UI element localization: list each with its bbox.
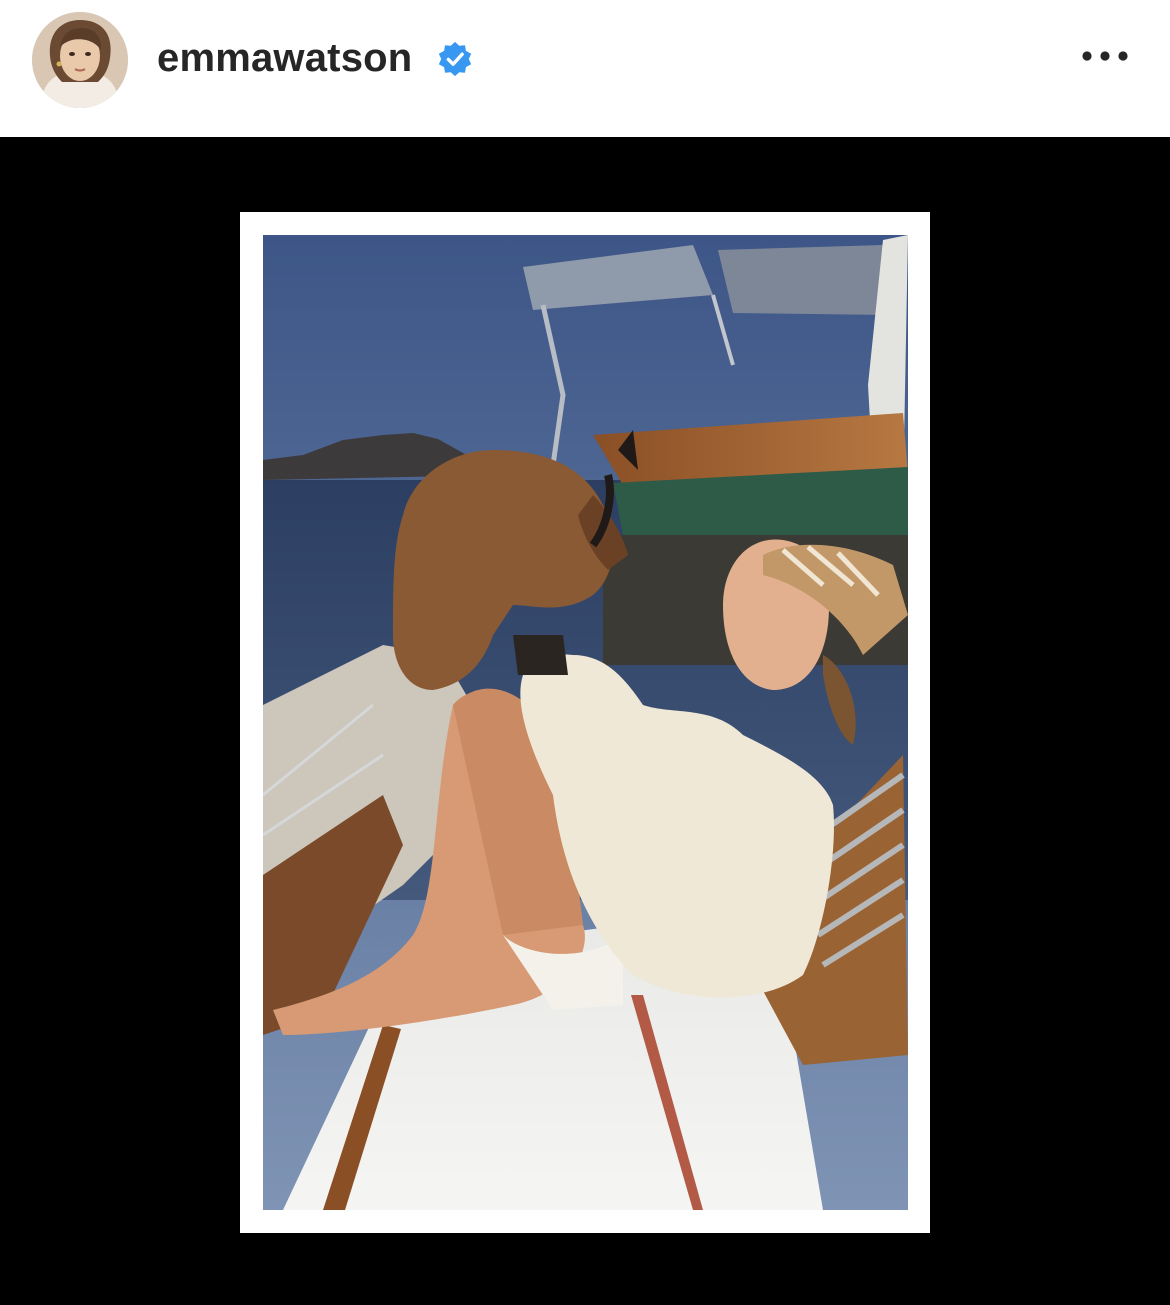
more-options-button[interactable] bbox=[1070, 36, 1140, 76]
more-horizontal-icon bbox=[1082, 51, 1128, 61]
instagram-post: emmawatson bbox=[0, 0, 1170, 1305]
post-header: emmawatson bbox=[0, 0, 1170, 137]
verified-badge-icon bbox=[436, 40, 474, 78]
post-media[interactable] bbox=[0, 137, 1170, 1305]
avatar[interactable] bbox=[32, 12, 128, 108]
post-photo bbox=[263, 235, 908, 1210]
username-link[interactable]: emmawatson bbox=[157, 32, 412, 84]
photo-print-border bbox=[240, 212, 930, 1233]
photo-illustration bbox=[263, 235, 908, 1210]
avatar-image bbox=[32, 12, 128, 108]
